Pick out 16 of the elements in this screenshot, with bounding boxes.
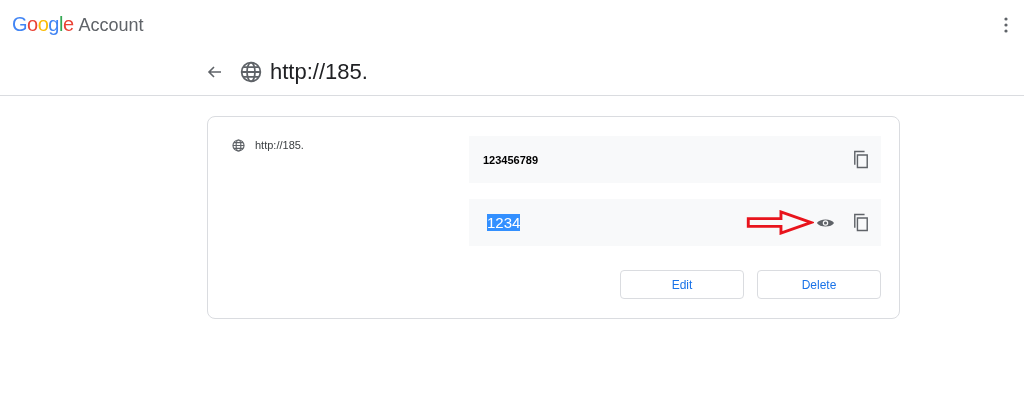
eye-icon[interactable] xyxy=(816,216,835,229)
back-icon[interactable] xyxy=(206,63,222,80)
copy-icon[interactable] xyxy=(853,150,869,169)
globe-icon xyxy=(240,60,262,83)
site-name: http://185. xyxy=(255,139,304,151)
page-title: http://185. xyxy=(270,58,368,85)
username-field[interactable]: 123456789 xyxy=(483,153,539,166)
product-name: Account xyxy=(78,14,144,36)
edit-button[interactable]: Edit xyxy=(620,270,744,299)
annotation-arrow xyxy=(746,210,814,235)
copy-icon[interactable] xyxy=(853,213,869,232)
globe-icon xyxy=(232,139,245,152)
google-logo: Google xyxy=(12,12,74,36)
password-field[interactable]: 1234 xyxy=(487,214,521,231)
delete-button[interactable]: Delete xyxy=(757,270,881,299)
more-options-icon[interactable] xyxy=(1004,17,1008,33)
